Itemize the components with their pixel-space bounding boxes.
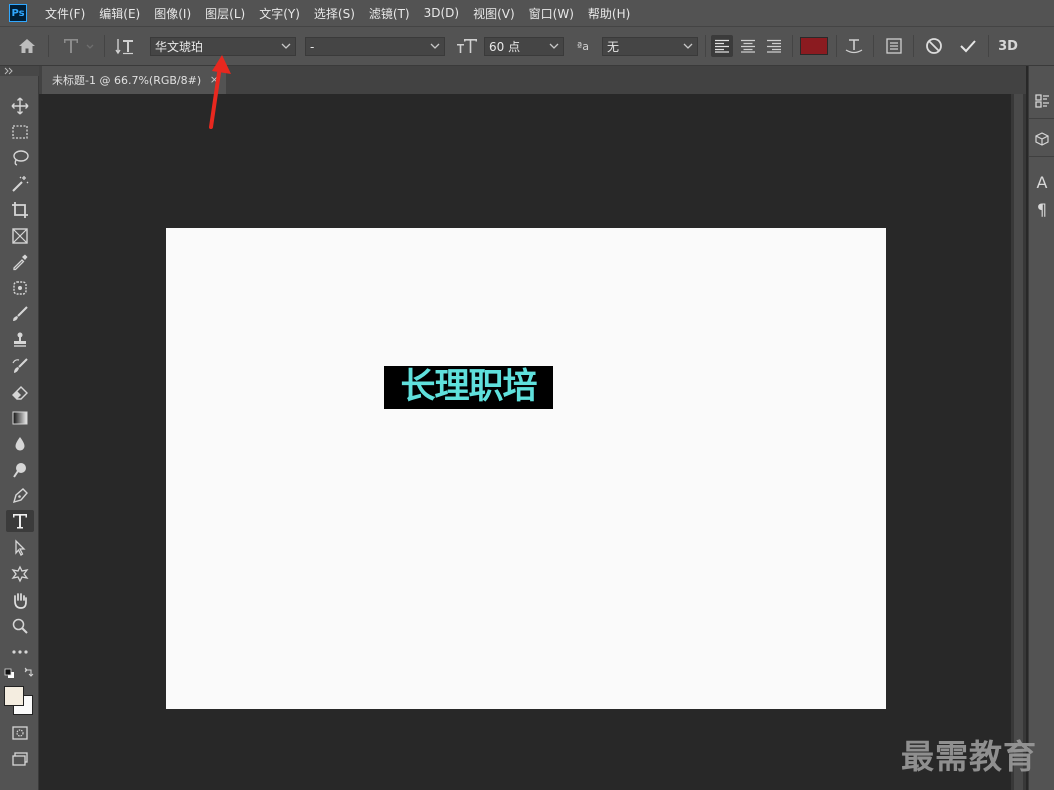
type-tool-preset-icon[interactable]	[58, 27, 98, 65]
path-selection-tool-icon[interactable]	[6, 537, 34, 559]
separator	[705, 35, 706, 57]
chevron-down-icon	[549, 43, 559, 49]
marquee-tool-icon[interactable]	[6, 121, 34, 143]
separator	[792, 35, 793, 57]
antialias-value: 无	[607, 40, 620, 54]
spot-healing-tool-icon[interactable]	[6, 277, 34, 299]
blur-tool-icon[interactable]	[6, 433, 34, 455]
eyedropper-tool-icon[interactable]	[6, 251, 34, 273]
align-center-icon[interactable]	[737, 27, 759, 65]
separator	[988, 35, 989, 57]
document-canvas[interactable]	[166, 228, 886, 709]
watermark-text: 最需教育	[901, 737, 1037, 776]
font-size-value: 60 点	[489, 40, 521, 54]
cancel-icon[interactable]	[922, 27, 946, 65]
font-style-value: -	[310, 39, 315, 54]
chevron-down-icon	[281, 43, 291, 49]
foreground-color-swatch[interactable]	[4, 686, 24, 706]
move-tool-icon[interactable]	[6, 95, 34, 117]
font-size-icon	[455, 27, 479, 65]
character-panel-icon[interactable]	[882, 27, 906, 65]
document-tab[interactable]: 未标题-1 @ 66.7%(RGB/8#) ×	[42, 66, 226, 94]
document-tab-title: 未标题-1 @ 66.7%(RGB/8#)	[52, 74, 202, 87]
options-bar: 华文琥珀 - 60 点 ªa 无 3D	[0, 26, 1054, 66]
separator	[104, 35, 105, 57]
hand-tool-icon[interactable]	[6, 589, 34, 611]
menu-bar: Ps 文件(F) 编辑(E) 图像(I) 图层(L) 文字(Y) 选择(S) 滤…	[0, 0, 1054, 26]
menu-select[interactable]: 选择(S)	[314, 5, 355, 22]
3d-button[interactable]: 3D	[995, 27, 1021, 65]
menu-type[interactable]: 文字(Y)	[259, 5, 300, 22]
font-style-select[interactable]: -	[305, 37, 445, 56]
right-panel-dock: A ¶	[1028, 66, 1054, 790]
photoshop-logo[interactable]: Ps	[9, 4, 27, 22]
selected-text-layer[interactable]: 长理职培	[384, 366, 553, 409]
gradient-tool-icon[interactable]	[6, 407, 34, 429]
commit-check-icon[interactable]	[956, 27, 980, 65]
separator	[873, 35, 874, 57]
separator	[913, 35, 914, 57]
toolbox-collapse-bar[interactable]	[0, 66, 39, 76]
menu-view[interactable]: 视图(V)	[473, 5, 515, 22]
text-orientation-icon[interactable]	[113, 27, 137, 65]
canvas-text: 长理职培	[400, 367, 537, 407]
toolbox	[0, 66, 39, 790]
brush-tool-icon[interactable]	[6, 303, 34, 325]
clone-stamp-tool-icon[interactable]	[6, 329, 34, 351]
text-color-swatch[interactable]	[800, 37, 828, 55]
menu-help[interactable]: 帮助(H)	[588, 5, 630, 22]
warp-text-icon[interactable]	[842, 27, 866, 65]
document-tab-bar: 未标题-1 @ 66.7%(RGB/8#) ×	[39, 66, 1026, 94]
separator	[48, 35, 49, 57]
menu-3d[interactable]: 3D(D)	[424, 6, 459, 20]
pen-tool-icon[interactable]	[6, 485, 34, 507]
chevron-down-icon	[430, 43, 440, 49]
antialias-select[interactable]: 无	[602, 37, 698, 56]
menu-window[interactable]: 窗口(W)	[529, 5, 574, 22]
separator	[836, 35, 837, 57]
default-colors-icon[interactable]	[3, 667, 37, 681]
3d-panel-icon[interactable]	[1029, 126, 1054, 152]
magic-wand-tool-icon[interactable]	[6, 173, 34, 195]
eraser-tool-icon[interactable]	[6, 381, 34, 403]
font-family-select[interactable]: 华文琥珀	[150, 37, 296, 56]
crop-tool-icon[interactable]	[6, 199, 34, 221]
paragraph-panel-button[interactable]: ¶	[1029, 196, 1054, 222]
type-tool-icon[interactable]	[6, 510, 34, 532]
menu-edit[interactable]: 编辑(E)	[99, 5, 140, 22]
zoom-tool-icon[interactable]	[6, 615, 34, 637]
menu-image[interactable]: 图像(I)	[154, 5, 191, 22]
menu-file[interactable]: 文件(F)	[45, 5, 85, 22]
properties-panel-icon[interactable]	[1029, 88, 1054, 114]
dodge-tool-icon[interactable]	[6, 459, 34, 481]
screen-mode-icon[interactable]	[6, 748, 34, 770]
font-size-field[interactable]: 60 点	[484, 37, 564, 56]
custom-shape-tool-icon[interactable]	[6, 563, 34, 585]
home-icon[interactable]	[14, 27, 40, 65]
chevron-down-icon	[683, 43, 693, 49]
scrollbar-thumb[interactable]	[1014, 94, 1023, 790]
frame-tool-icon[interactable]	[6, 225, 34, 247]
quick-mask-icon[interactable]	[6, 722, 34, 744]
more-tools-icon[interactable]	[6, 641, 34, 663]
character-panel-button[interactable]: A	[1029, 169, 1054, 195]
separator	[1029, 118, 1054, 119]
separator	[1029, 156, 1054, 157]
vertical-scrollbar[interactable]	[1011, 94, 1026, 790]
font-family-value: 华文琥珀	[155, 40, 204, 54]
history-brush-tool-icon[interactable]	[6, 355, 34, 377]
menu-filter[interactable]: 滤镜(T)	[369, 5, 410, 22]
lasso-tool-icon[interactable]	[6, 147, 34, 169]
align-left-icon[interactable]	[711, 27, 733, 65]
close-tab-icon[interactable]: ×	[210, 73, 219, 86]
antialias-icon: ªa	[577, 39, 589, 53]
align-right-icon[interactable]	[763, 27, 785, 65]
menu-layer[interactable]: 图层(L)	[205, 5, 245, 22]
